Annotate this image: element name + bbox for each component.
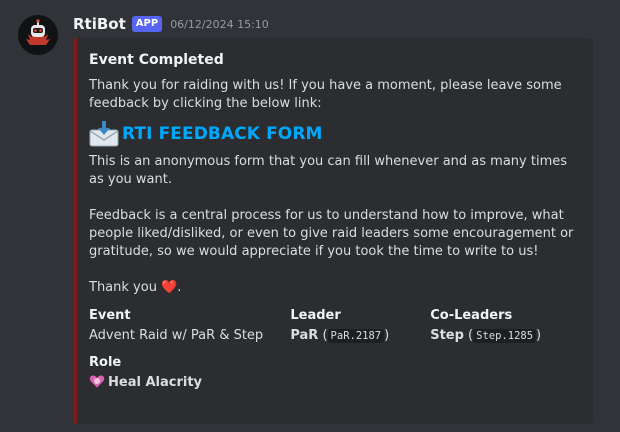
field-event: Event Advent Raid w/ PaR & Step <box>89 306 290 346</box>
field-role: Role Heal Alacrity <box>89 353 579 393</box>
anonymous-form-text: This is an anonymous form that you can f… <box>89 154 568 187</box>
app-badge: APP <box>131 16 163 32</box>
embed-card: Event Completed Thank you for raiding wi… <box>73 38 593 424</box>
username[interactable]: RtiBot <box>73 15 126 33</box>
embed-title: Event Completed <box>89 52 224 68</box>
field-coleaders-value: Step (Step.1285) <box>430 328 542 343</box>
message-header: RtiBot APP 06/12/2024 15:10 <box>73 13 269 35</box>
feedback-explanation-text: Feedback is a central process for us to … <box>89 208 574 259</box>
embed-fields: Event Advent Raid w/ PaR & Step Leader P… <box>89 306 579 346</box>
thank-you-tail: . <box>177 280 182 295</box>
timestamp: 06/12/2024 15:10 <box>170 17 269 31</box>
coleader-account-code: Step.1285 <box>473 329 537 343</box>
thank-you-line: Thank you ❤️. <box>89 279 579 297</box>
leader-name: PaR <box>290 328 319 343</box>
envelope-with-arrow-icon <box>89 121 119 147</box>
embed-description: Thank you for raiding with us! If you ha… <box>89 77 579 297</box>
field-leader-value: PaR (PaR.2187) <box>290 328 390 343</box>
bot-avatar[interactable] <box>18 15 58 55</box>
field-event-name: Event <box>89 308 131 323</box>
alacrity-heart-icon <box>89 373 105 389</box>
field-event-value: Advent Raid w/ PaR & Step <box>89 328 264 343</box>
coleader-name: Step <box>430 328 464 343</box>
red-heart-icon: ❤️ <box>161 280 178 295</box>
field-leader-name: Leader <box>290 308 341 323</box>
field-role-name: Role <box>89 355 122 370</box>
leader-account-code: PaR.2187 <box>327 329 385 343</box>
role-value: Heal Alacrity <box>108 375 203 390</box>
field-leader: Leader PaR (PaR.2187) <box>290 306 430 346</box>
intro-text: Thank you for raiding with us! If you ha… <box>89 78 562 111</box>
field-coleaders: Co-Leaders Step (Step.1285) <box>430 306 579 346</box>
thank-you-text: Thank you <box>89 280 157 295</box>
field-coleaders-name: Co-Leaders <box>430 308 513 323</box>
feedback-form-link[interactable]: RTI FEEDBACK FORM <box>122 125 323 143</box>
field-role-value: Heal Alacrity <box>89 373 579 393</box>
feedback-link-line: RTI FEEDBACK FORM <box>89 121 579 147</box>
